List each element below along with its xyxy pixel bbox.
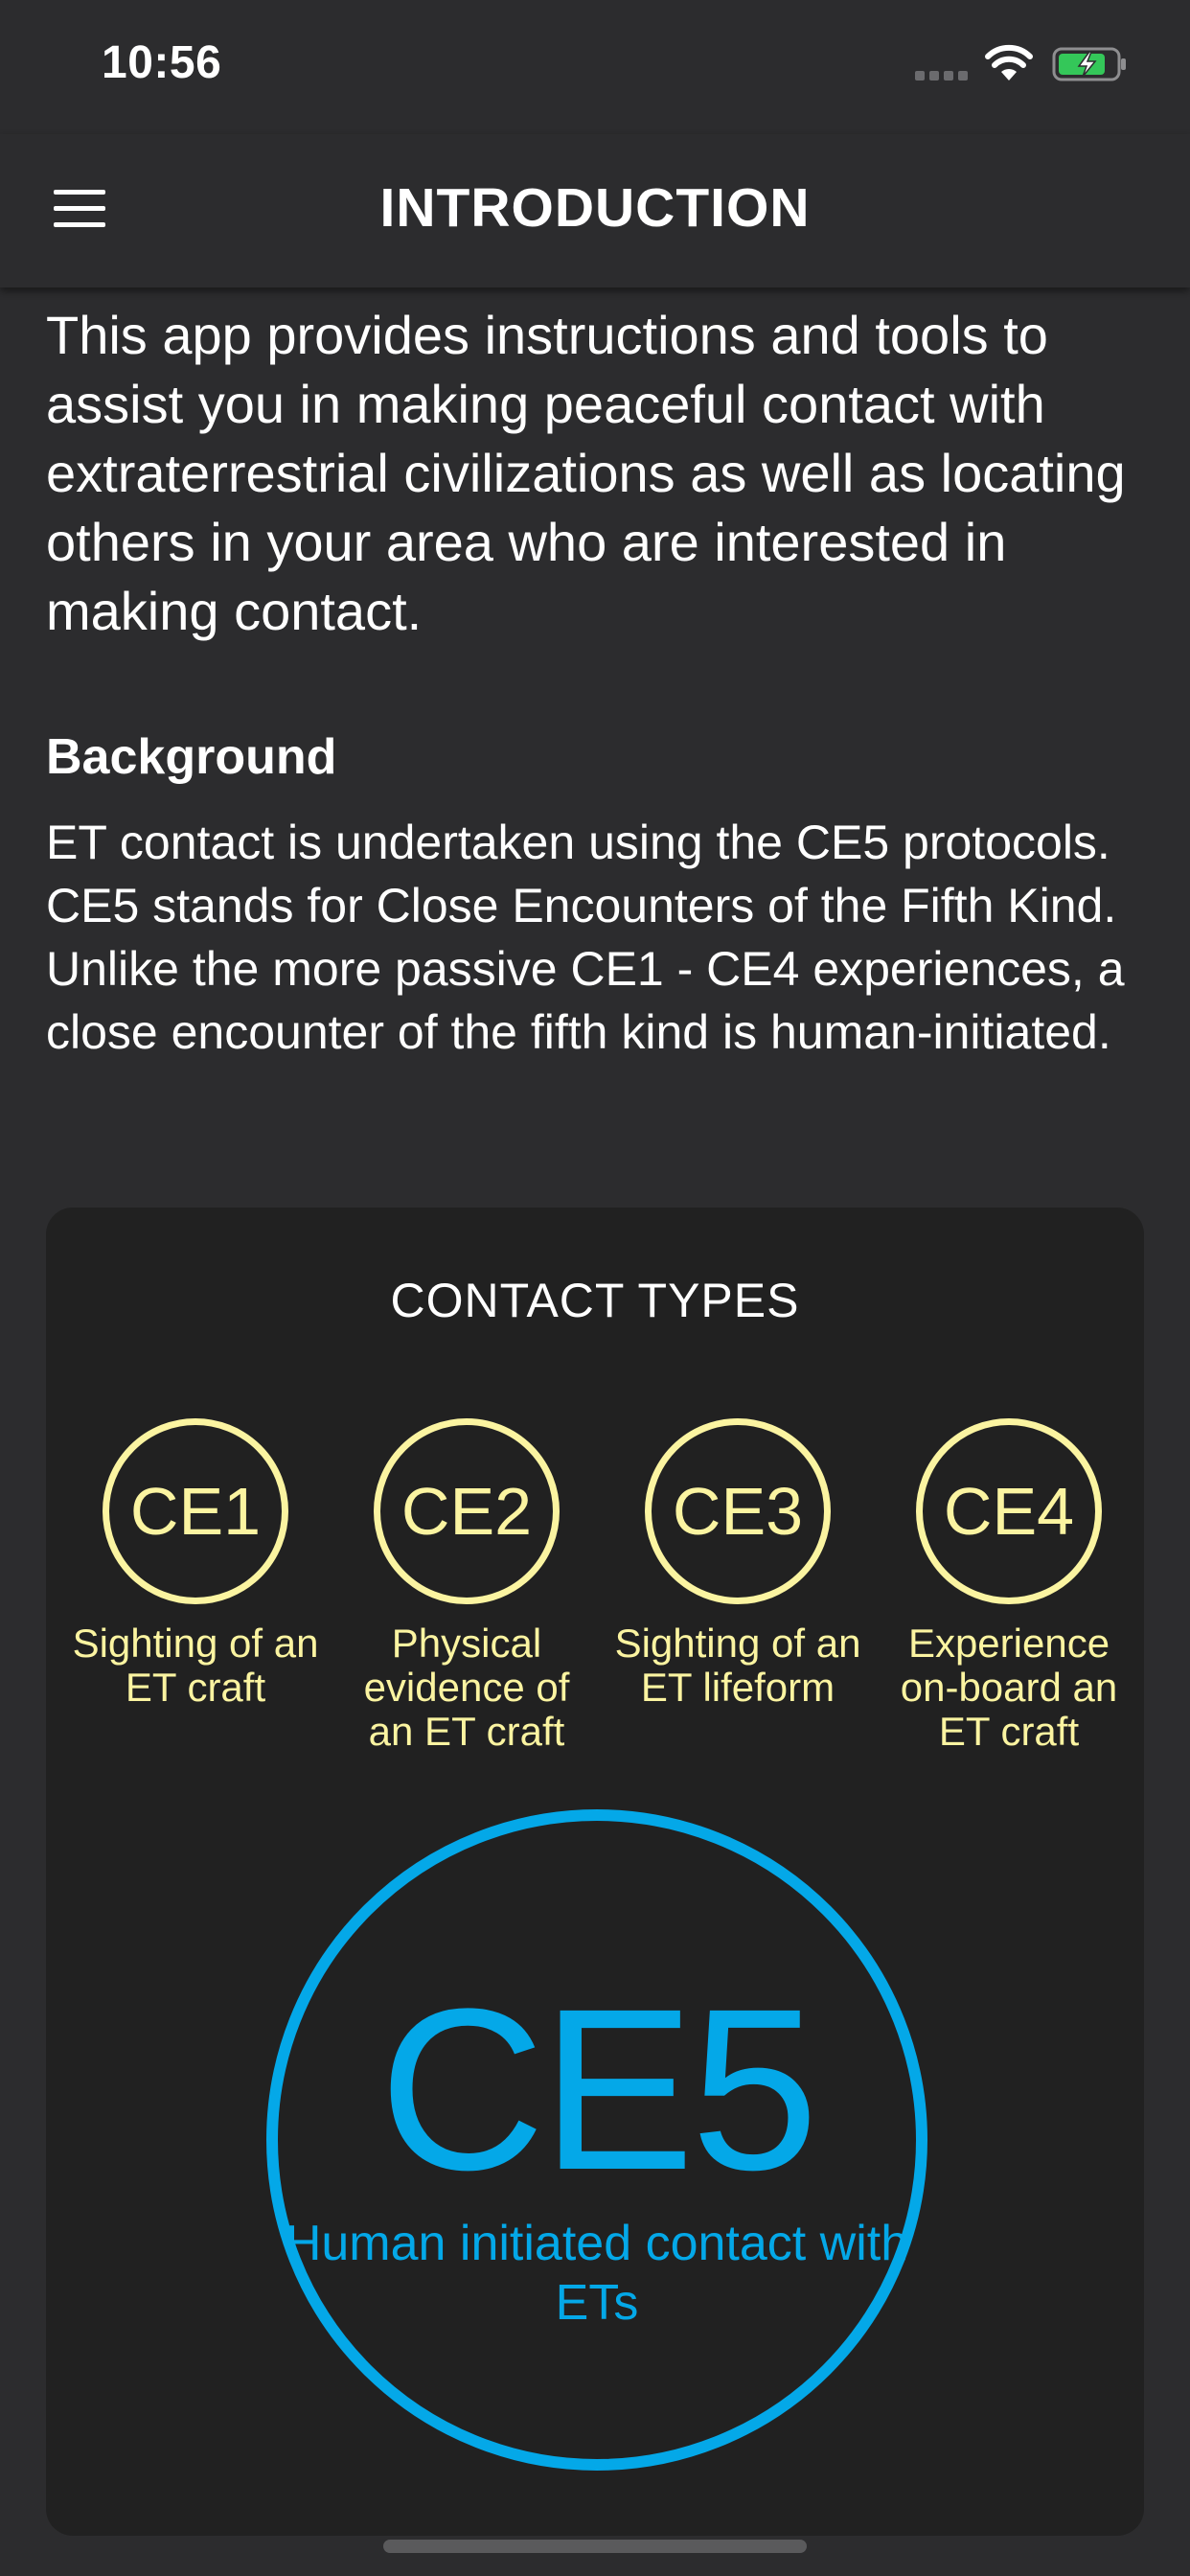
intro-content: This app provides instructions and tools… [46,288,1148,1064]
ce4-circle: CE4 [916,1418,1102,1604]
home-indicator[interactable] [383,2540,807,2553]
cellular-signal-icon [915,71,968,80]
battery-charging-icon [1052,47,1126,81]
ce2-description: Physical evidence of an ET craft [363,1621,570,1754]
status-bar: 10:56 [0,0,1190,134]
contact-type-ce2: CE2 Physical evidence of an ET craft [342,1418,591,1754]
contact-types-title: CONTACT TYPES [390,1274,800,1327]
ce5-circle: CE5 Human initiated contact with ETs [266,1809,927,2471]
background-heading: Background [46,729,337,785]
contact-type-ce1: CE1 Sighting of an ET craft [71,1418,320,1710]
ce1-circle: CE1 [103,1418,288,1604]
wifi-icon [985,44,1033,80]
ce2-circle: CE2 [374,1418,560,1604]
contact-type-ce3: CE3 Sighting of an ET lifeform [613,1418,862,1710]
navigation-bar: INTRODUCTION [0,134,1190,288]
page-title: INTRODUCTION [379,177,811,239]
ce5-description: Human initiated contact with ETs [285,2216,909,2331]
ce3-description: Sighting of an ET lifeform [614,1621,861,1710]
background-paragraph: ET contact is undertaken using the CE5 p… [46,816,1125,1059]
status-time: 10:56 [102,37,222,88]
ce3-circle: CE3 [645,1418,831,1604]
ce1-description: Sighting of an ET craft [72,1621,319,1710]
ce4-description: Experience on-board an ET craft [900,1621,1118,1754]
contact-type-ce4: CE4 Experience on-board an ET craft [884,1418,1133,1754]
ce5-label: CE5 [378,1961,819,2218]
intro-paragraph: This app provides instructions and tools… [46,305,1126,641]
contact-types-card: CONTACT TYPES CE1 Sighting of an ET craf… [46,1208,1144,2536]
